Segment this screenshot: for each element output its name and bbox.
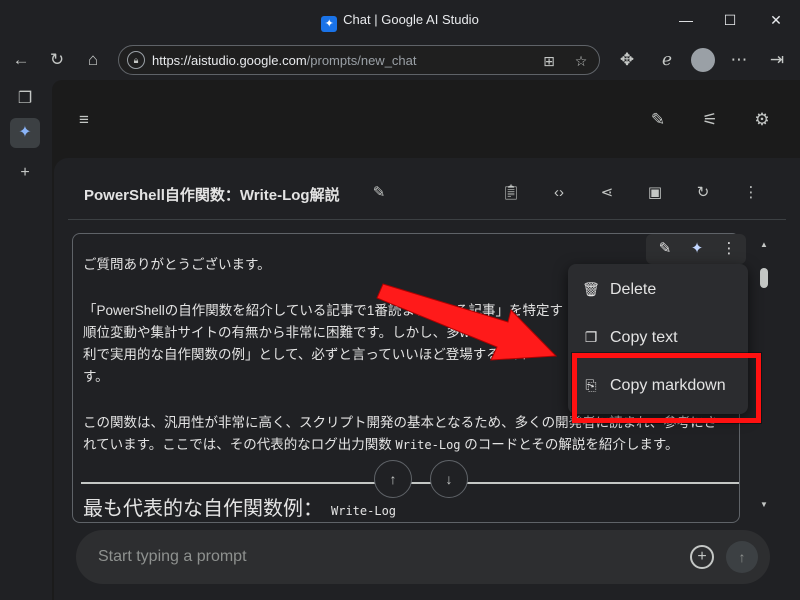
code-icon[interactable]: ‹› xyxy=(546,180,572,206)
vertical-tab-rail: ❐ ✦ + xyxy=(0,80,50,600)
pencil-icon[interactable]: ✎ xyxy=(654,238,676,260)
add-media-icon[interactable]: + xyxy=(690,545,714,569)
response-paragraph: れています。ここでは、その代表的なログ出力関数 Write-Log のコードとそ… xyxy=(83,437,679,452)
scroll-down-button[interactable]: ↓ xyxy=(430,460,468,498)
window-titlebar: ✦ Chat | Google AI Studio — ☐ ✕ xyxy=(0,0,800,40)
chat-title: PowerShell自作関数：Write-Log解説 xyxy=(84,187,340,204)
prompt-input-bar: + ↑ xyxy=(76,530,770,584)
ai-studio-icon[interactable]: ✦ xyxy=(10,118,40,148)
add-icon[interactable]: + xyxy=(10,158,40,188)
tune-icon[interactable]: ⚟ xyxy=(698,108,722,132)
prompt-input[interactable] xyxy=(98,544,658,570)
inline-code: Write-Log xyxy=(331,504,397,518)
scroll-thumb[interactable] xyxy=(760,268,768,288)
copy-icon: ❐ xyxy=(584,329,598,345)
scroll-up-button[interactable]: ↑ xyxy=(374,460,412,498)
run-button[interactable]: ↑ xyxy=(726,541,758,573)
annotation-highlight-box xyxy=(572,353,761,423)
header-divider xyxy=(68,219,786,220)
menu-item-delete[interactable]: 🗑︎ Delete xyxy=(568,270,748,310)
edit-icon[interactable]: ✎ xyxy=(646,108,670,132)
more-vertical-icon[interactable]: ⋮ xyxy=(738,180,764,206)
sidebar-icon[interactable]: ⇥ xyxy=(764,48,790,72)
more-vertical-icon[interactable]: ⋮ xyxy=(718,238,740,260)
window-title: Chat | Google AI Studio xyxy=(343,12,479,27)
reload-icon[interactable]: ↻ xyxy=(44,48,70,72)
settings-icon[interactable]: ⚙ xyxy=(750,108,774,132)
ai-studio-logo-icon: ✦ xyxy=(321,16,338,32)
menu-icon[interactable]: ≡ xyxy=(72,108,96,132)
lock-icon[interactable]: 🔒︎ xyxy=(127,51,145,69)
app-grid-icon[interactable]: ⊞ xyxy=(539,51,559,71)
tab-list-icon[interactable]: ❐ xyxy=(10,84,40,114)
save-icon[interactable]: ▣ xyxy=(642,180,668,206)
browser-toolbar: ← ↻ ⌂ 🔒︎ https://aistudio.google.com/pro… xyxy=(0,40,800,80)
address-bar[interactable]: 🔒︎ https://aistudio.google.com/prompts/n… xyxy=(118,45,600,75)
response-heading: 最も代表的な自作関数例： Write-Log xyxy=(83,498,397,520)
close-window-button[interactable]: ✕ xyxy=(762,8,790,32)
scroll-down-arrow-icon[interactable]: ▼ xyxy=(760,500,768,509)
home-icon[interactable]: ⌂ xyxy=(80,48,106,72)
minimize-button[interactable]: — xyxy=(672,8,700,32)
clipboard-icon[interactable]: 📋︎ xyxy=(498,180,524,206)
extensions-icon[interactable]: ✥ xyxy=(614,48,640,72)
inline-code: Write-Log xyxy=(395,438,461,452)
trash-icon: 🗑︎ xyxy=(582,281,600,297)
back-arrow-icon[interactable]: ← xyxy=(8,48,34,72)
share-icon[interactable]: ⋖ xyxy=(594,180,620,206)
edge-icon[interactable]: ℯ xyxy=(654,48,680,72)
avatar[interactable] xyxy=(691,48,715,72)
more-icon[interactable]: ⋯ xyxy=(726,48,752,72)
rename-icon[interactable]: ✎ xyxy=(366,180,392,206)
menu-item-copy-text[interactable]: ❐ Copy text xyxy=(568,318,748,358)
scroll-up-arrow-icon[interactable]: ▲ xyxy=(760,240,768,249)
url-text[interactable]: https://aistudio.google.com/prompts/new_… xyxy=(152,53,417,68)
message-toolbar: ✎ ✦ ⋮ xyxy=(646,234,746,264)
star-icon[interactable]: ☆ xyxy=(571,51,591,71)
refresh-icon[interactable]: ↻ xyxy=(690,180,716,206)
maximize-button[interactable]: ☐ xyxy=(716,8,744,32)
sparkle-icon[interactable]: ✦ xyxy=(686,238,708,260)
